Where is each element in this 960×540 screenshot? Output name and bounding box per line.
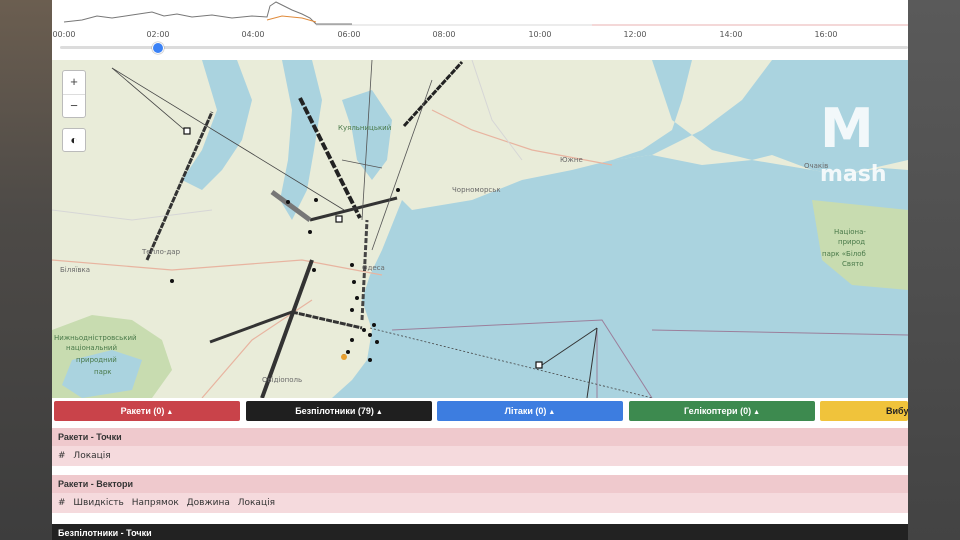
rockets-button-label: Ракети (0) [120, 406, 165, 416]
category-buttons: Ракети (0) ▲ Безпілотники (79) ▲ Літаки (0… [52, 399, 908, 423]
place-label: парк «Білоб [822, 250, 866, 258]
place-label: Нижньодністровський [54, 334, 137, 342]
column-header[interactable]: # [58, 451, 66, 461]
place-label: національний [66, 344, 117, 352]
timeline-tick: 14:00 [719, 30, 743, 39]
table-header-row: # Швидкість Напрямок Довжина Локація [52, 493, 908, 513]
estuary-1 [182, 60, 252, 190]
mash-watermark: M mash [816, 102, 906, 192]
place-label: Куяльницький [338, 124, 392, 132]
drones-button[interactable]: Безпілотники (79) ▲ [246, 401, 432, 421]
place-label: парк [94, 368, 112, 376]
rockets-points-table: Ракети - Точки # Локація [52, 428, 908, 466]
aircraft-button[interactable]: Літаки (0) ▲ [437, 401, 623, 421]
caret-up-icon: ▲ [753, 409, 761, 416]
column-header[interactable]: Локація [238, 498, 275, 508]
timeline-slider-track[interactable] [60, 46, 908, 49]
place-label: Овідіополь [262, 376, 303, 384]
rockets-button[interactable]: Ракети (0) ▲ [54, 401, 240, 421]
video-border-right [908, 0, 960, 540]
place-label: Южне [560, 156, 583, 164]
column-header[interactable]: Швидкість [73, 498, 123, 508]
table-title: Ракети - Точки [52, 428, 908, 446]
timeline-tick: 10:00 [528, 30, 552, 39]
table-header-row: # Локація [52, 446, 908, 466]
helicopters-button[interactable]: Гелікоптери (0) ▲ [629, 401, 815, 421]
timeline-tick: 06:00 [337, 30, 361, 39]
place-label: Свято [842, 260, 864, 268]
timeline-tick: 00:00 [52, 30, 76, 39]
column-header[interactable]: Локація [73, 451, 110, 461]
place-label: Тепло-дар [142, 248, 181, 256]
estuary-2 [280, 60, 322, 220]
zoom-in-button[interactable]: + [63, 71, 85, 95]
timeline-tick: 04:00 [241, 30, 265, 39]
table-title: Ракети - Вектори [52, 475, 908, 493]
place-label: Чорноморськ [452, 186, 501, 194]
place-label: природний [76, 356, 117, 364]
contrast-toggle-icon[interactable]: ◐ [62, 128, 86, 152]
timeline-tick: 12:00 [623, 30, 647, 39]
mash-logo-text: mash [820, 162, 887, 187]
timeline-tick: 16:00 [814, 30, 838, 39]
explosions-button-label: Вибу [886, 406, 908, 416]
place-label: природ [838, 238, 866, 246]
place-label: Одеса [362, 264, 385, 272]
map-view[interactable]: Тепло-дар Біляївка Нижньодністровський н… [52, 60, 908, 398]
column-header[interactable]: # [58, 498, 66, 508]
place-label: Націона- [834, 228, 866, 236]
zoom-out-button[interactable]: − [63, 95, 85, 118]
activity-sparkline [63, 1, 908, 26]
mash-logo-icon: M [820, 97, 874, 160]
zoom-control: + − [62, 70, 86, 118]
table-title: Безпілотники - Точки [52, 524, 908, 540]
rockets-vectors-table: Ракети - Вектори # Швидкість Напрямок До… [52, 475, 908, 513]
video-border-left [0, 0, 52, 540]
map-canvas [52, 60, 908, 398]
column-header[interactable]: Довжина [187, 498, 230, 508]
aircraft-button-label: Літаки (0) [504, 406, 547, 416]
timeline-slider-handle[interactable] [152, 42, 164, 54]
timeline-tick: 02:00 [146, 30, 170, 39]
caret-up-icon: ▲ [166, 409, 174, 416]
caret-up-icon: ▲ [548, 409, 556, 416]
drones-button-label: Безпілотники (79) [295, 406, 374, 416]
explosions-button[interactable]: Вибу [820, 401, 908, 421]
caret-up-icon: ▲ [375, 409, 383, 416]
drones-points-table: Безпілотники - Точки [52, 524, 908, 540]
helicopters-button-label: Гелікоптери (0) [683, 406, 752, 416]
column-header[interactable]: Напрямок [132, 498, 179, 508]
timeline: 00:00 02:00 04:00 06:00 08:00 10:00 12:0… [52, 0, 908, 60]
timeline-tick: 08:00 [432, 30, 456, 39]
app-window: 00:00 02:00 04:00 06:00 08:00 10:00 12:0… [52, 0, 908, 540]
place-label: Біляївка [60, 266, 91, 274]
